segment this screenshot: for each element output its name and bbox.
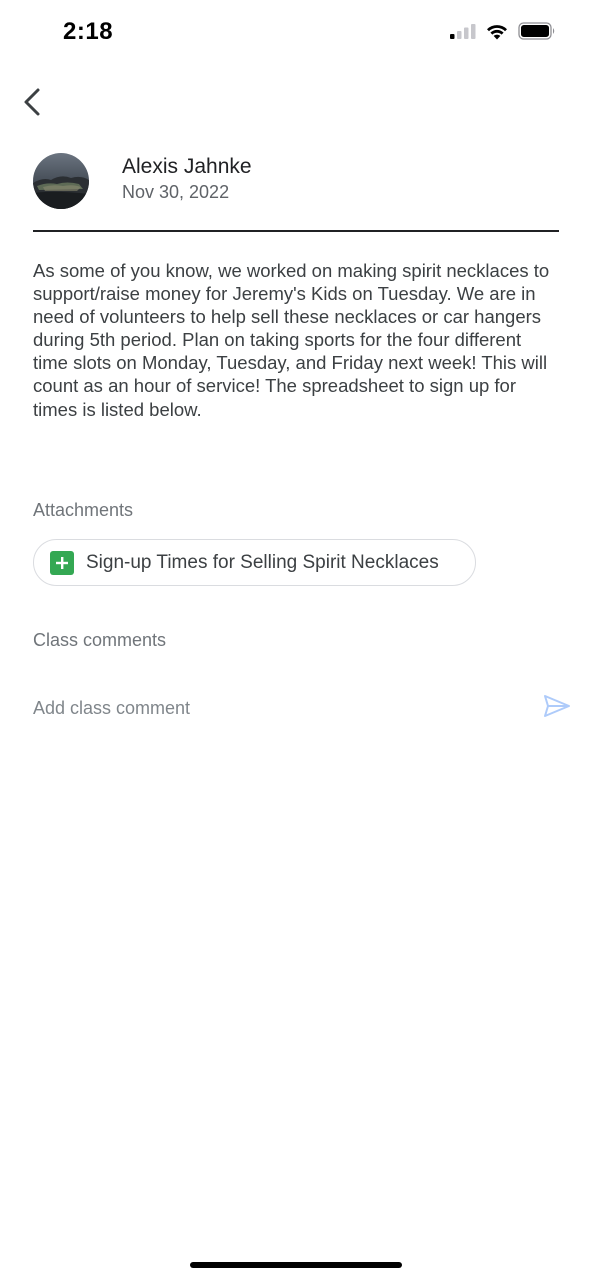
post-date: Nov 30, 2022 [122,182,230,202]
status-icons [450,22,556,45]
battery-icon [518,22,556,45]
home-indicator [190,1262,402,1268]
send-button[interactable] [541,692,573,720]
attachment-chip[interactable]: Sign-up Times for Selling Spirit Necklac… [33,539,476,586]
google-sheets-icon [50,550,74,575]
back-button[interactable] [14,84,50,120]
add-comment-input[interactable] [33,694,513,722]
avatar [33,153,89,209]
status-time: 2:18 [63,18,114,45]
header-divider [33,230,559,232]
post-body: As some of you know, we worked on making… [33,260,550,420]
class-comments-label: Class comments [33,630,167,650]
attachments-label: Attachments [33,500,134,520]
author-name: Alexis Jahnke [122,155,252,178]
chevron-left-icon [24,88,40,116]
attachment-title: Sign-up Times for Selling Spirit Necklac… [86,551,439,573]
cellular-signal-icon [450,23,476,44]
wifi-icon [485,23,509,45]
status-bar: 2:18 [0,0,592,66]
send-icon [544,695,570,717]
